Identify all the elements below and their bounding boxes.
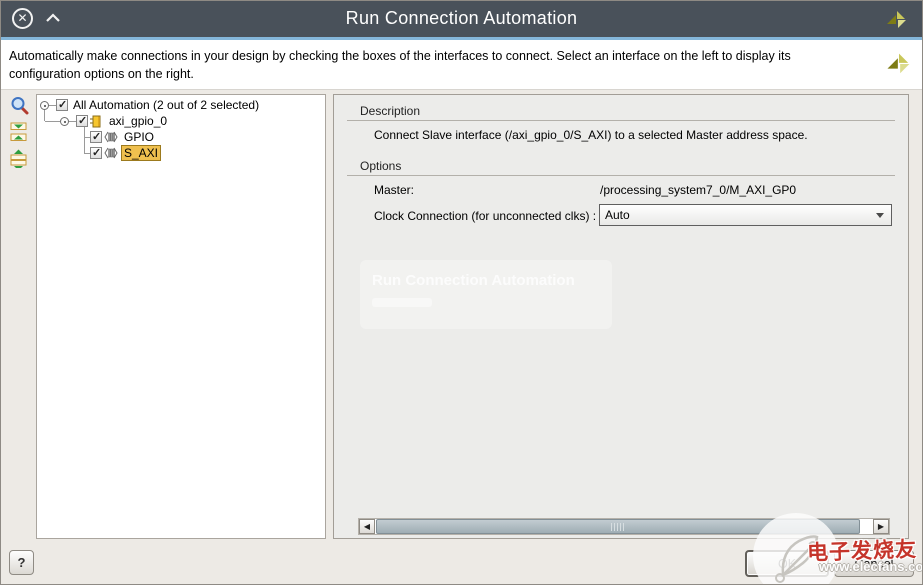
- scrollbar-thumb[interactable]: [376, 519, 860, 534]
- tree-row-s-axi[interactable]: S_AXI: [90, 145, 161, 161]
- tree-row-gpio[interactable]: GPIO: [90, 129, 157, 145]
- tree-guide-line: [45, 121, 60, 122]
- interface-icon: [104, 147, 118, 159]
- dialog-instructions: Automatically make connections in your d…: [9, 47, 854, 83]
- clock-connection-label: Clock Connection (for unconnected clks) …: [374, 209, 596, 223]
- cancel-button[interactable]: Cancel: [834, 550, 914, 577]
- options-heading: Options: [360, 159, 401, 173]
- expand-all-icon: [10, 148, 28, 168]
- dialog-title: Run Connection Automation: [1, 8, 922, 29]
- help-button[interactable]: ?: [9, 550, 34, 575]
- horizontal-scrollbar[interactable]: ◀ ▶: [358, 518, 890, 535]
- tree-item-label[interactable]: GPIO: [121, 129, 157, 145]
- checkbox-axi-gpio-0[interactable]: [76, 115, 88, 127]
- tree-expander-icon[interactable]: [60, 117, 69, 126]
- section-divider: [347, 120, 895, 121]
- tree-item-label[interactable]: axi_gpio_0: [106, 113, 170, 129]
- master-label: Master:: [374, 183, 414, 197]
- description-heading: Description: [360, 104, 420, 118]
- tree-row-axi-gpio-0[interactable]: axi_gpio_0: [60, 113, 170, 129]
- automation-tree-panel: All Automation (2 out of 2 selected) axi…: [36, 94, 326, 539]
- ghost-watermark: Run Connection Automation: [360, 260, 612, 329]
- scroll-right-button[interactable]: ▶: [873, 519, 889, 534]
- checkbox-s-axi[interactable]: [90, 147, 102, 159]
- collapse-all-button[interactable]: [7, 120, 31, 144]
- tree-item-label[interactable]: All Automation (2 out of 2 selected): [70, 97, 262, 113]
- configuration-panel: Description Connect Slave interface (/ax…: [333, 94, 909, 539]
- expand-all-button[interactable]: [7, 146, 31, 170]
- automation-pinwheel-icon: [884, 7, 910, 33]
- title-bar: ✕ Run Connection Automation: [1, 1, 922, 37]
- search-button[interactable]: [7, 94, 31, 118]
- scrollbar-track[interactable]: [860, 519, 873, 534]
- clock-connection-dropdown[interactable]: Auto: [599, 204, 892, 226]
- tree-item-label-selected[interactable]: S_AXI: [121, 145, 161, 161]
- tree-connector: [49, 105, 56, 106]
- run-connection-automation-dialog: ✕ Run Connection Automation Automaticall…: [0, 0, 923, 585]
- section-divider: [347, 175, 895, 176]
- master-value: /processing_system7_0/M_AXI_GP0: [600, 183, 796, 197]
- checkbox-all-automation[interactable]: [56, 99, 68, 111]
- checkbox-gpio[interactable]: [90, 131, 102, 143]
- tree-toolbar: [7, 94, 33, 172]
- search-icon: [10, 96, 29, 116]
- tree-row-all-automation[interactable]: All Automation (2 out of 2 selected): [40, 97, 262, 113]
- interface-icon: [104, 131, 118, 143]
- ok-button[interactable]: OK: [745, 550, 829, 577]
- collapse-all-icon: [10, 122, 28, 142]
- ghost-watermark-smudge: [372, 298, 432, 307]
- description-text: Connect Slave interface (/axi_gpio_0/S_A…: [374, 128, 808, 142]
- tree-guide-line: [84, 126, 85, 153]
- tree-connector: [69, 121, 76, 122]
- chevron-down-icon: [876, 213, 884, 218]
- ip-block-icon: [90, 115, 103, 128]
- clock-connection-value: Auto: [605, 208, 630, 222]
- tree-expander-icon[interactable]: [40, 101, 49, 110]
- automation-pinwheel-icon: [884, 49, 914, 79]
- scroll-left-button[interactable]: ◀: [359, 519, 375, 534]
- scrollbar-grip: [611, 523, 625, 531]
- ghost-watermark-text: Run Connection Automation: [372, 272, 575, 289]
- help-band: Automatically make connections in your d…: [1, 40, 922, 90]
